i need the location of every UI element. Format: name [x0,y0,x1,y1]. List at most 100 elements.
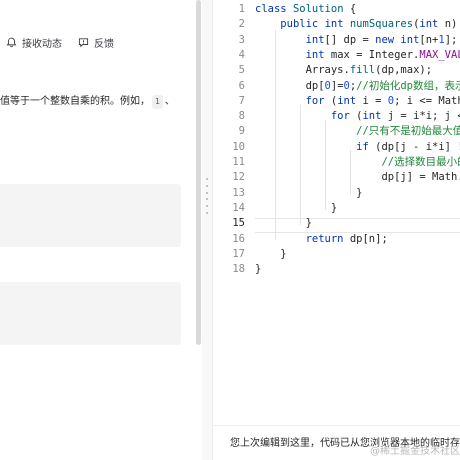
code-content[interactable]: class Solution { public int numSquares(i… [255,0,460,425]
problem-panel: 接收动态 反馈 值等于一个整数自乘的积。例如， 1、 [0,0,202,460]
code-line: //选择数目最小的 [255,155,460,170]
code-token: int [362,110,388,123]
description-text-tail: 、 [164,96,175,107]
line-number: 1 [238,3,245,15]
example-block [0,184,181,247]
code-token: int [337,94,363,107]
subscribe-button[interactable]: 接收动态 [6,35,62,50]
code-line: } [255,186,362,201]
code-line: class Solution { [255,2,356,17]
code-token: for [305,94,331,107]
code-token: for [330,110,357,123]
code-token: Arrays. [305,64,350,77]
code-line: public int numSquares(int n) { [255,17,460,32]
inline-code: 1 [152,95,163,109]
code-token: int [419,18,445,31]
code-line: } [255,216,312,231]
code-token: } [255,263,262,276]
editor-panel: 1 2 3 4 5 6 7 8 9 10 11 12 13 14 15 16 17 18 class Soluti… [212,0,460,460]
line-number: 4 [238,48,245,61]
code-line: dp[0]=0;//初始化dp数组，表示当 [255,79,460,94]
feedback-label: 反馈 [94,38,114,50]
feedback-icon [78,37,89,47]
code-token: [n+ [419,33,439,46]
code-token: return [305,232,350,245]
line-number: 15 [232,217,245,230]
line-number: 11 [232,156,245,168]
code-token: dp[j] = Math. [381,171,460,184]
code-token: } [305,217,312,230]
code-token: dp[n]; [349,232,388,245]
example-block [0,282,181,345]
drag-handle-icon[interactable] [206,178,208,214]
panel-divider[interactable] [202,0,212,460]
line-number: 6 [238,79,245,92]
code-token: class [255,3,293,15]
code-token: { [343,3,357,15]
line-number: 13 [232,186,245,199]
code-editor[interactable]: 1 2 3 4 5 6 7 8 9 10 11 12 13 14 15 16 17 18 class Soluti… [213,0,460,425]
code-line: dp[j] = Math.mi [255,170,460,185]
code-line: return dp[n]; [255,232,388,247]
line-number: 7 [238,94,245,107]
code-line: } [255,262,261,277]
bell-icon [6,37,17,47]
code-token: Solution [292,3,344,15]
feedback-button[interactable]: 反馈 [78,35,114,50]
code-line: } [255,247,286,262]
code-token: ]; [444,33,458,46]
line-number: 16 [232,232,245,245]
line-number-gutter: 1 2 3 4 5 6 7 8 9 10 11 12 13 14 15 16 17 18 [213,0,251,425]
code-token: public [280,18,325,31]
code-line: } [255,201,337,216]
code-token: max = Integer. [330,48,420,61]
code-token: ]= [330,79,344,92]
line-number: 9 [238,125,245,138]
code-token: j = i*i; j <= [387,110,460,123]
code-line: Arrays.fill(dp,max); [255,63,432,78]
code-line: int[] dp = new int[n+1]; [255,33,458,48]
code-line: for (int j = i*i; j <= [255,109,460,124]
code-line: int max = Integer.MAX_VALUE; [255,48,460,63]
code-token: n) { [444,18,458,31]
code-token: //选择数目最小的 [381,156,460,168]
left-scrollbar[interactable] [196,0,201,345]
code-token: new [375,33,401,46]
line-number: 8 [238,110,245,123]
code-token: MAX_VALUE [419,48,460,61]
code-token: } [356,186,363,199]
line-number: 3 [238,33,245,46]
code-token: ; i <= Math. [394,94,460,107]
code-token: int [305,33,325,46]
line-number: 2 [238,18,245,31]
code-token: int [400,33,420,46]
subscribe-label: 接收动态 [22,38,62,50]
code-token: //只有不是初始最大值时 [356,125,460,138]
code-token: numSquares [349,18,414,31]
code-token: (dp,max); [375,64,433,77]
line-number: 12 [232,171,245,184]
code-line: for (int i = 0; i <= Math. [255,94,460,109]
code-token: int [305,48,331,61]
problem-toolbar: 接收动态 反馈 [0,28,202,56]
code-token: dp[ [305,79,325,92]
code-token: int [324,18,350,31]
code-token: (dp[j - i*i] != [375,140,460,153]
line-number: 17 [232,247,245,260]
code-token: [] dp = [324,33,376,46]
